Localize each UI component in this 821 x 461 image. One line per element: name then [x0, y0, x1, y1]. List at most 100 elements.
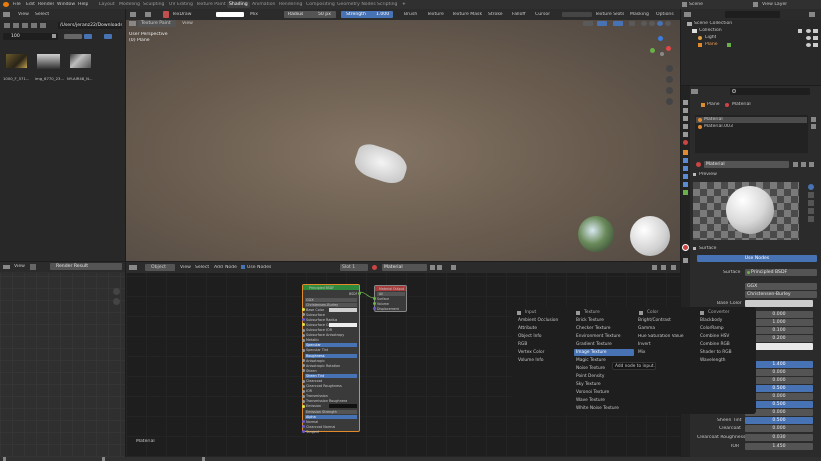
eye-icon[interactable]: [806, 29, 811, 33]
node-row-label[interactable]: Roughness: [306, 354, 325, 358]
material-name-field[interactable]: Material: [704, 161, 789, 168]
outliner-item-scene-collection[interactable]: Scene Collection: [694, 21, 732, 26]
outliner-item-collection[interactable]: Collection: [699, 28, 722, 33]
input-socket[interactable]: [373, 302, 376, 305]
file-thumbnail[interactable]: [70, 54, 91, 68]
blender-logo-icon[interactable]: [3, 2, 9, 7]
menu-item-ambient-occlusion[interactable]: Ambient Occlusion: [518, 318, 558, 323]
camera-icon[interactable]: [813, 43, 818, 47]
menu-item-wavelength[interactable]: Wavelength: [700, 358, 726, 363]
material-shading-icon[interactable]: [657, 21, 663, 26]
node-node-menu[interactable]: Node: [225, 265, 237, 270]
workspace-tab-scripting[interactable]: Scripting: [377, 2, 397, 7]
fake-user-icon[interactable]: [793, 162, 798, 167]
menu-item-wave-texture[interactable]: Wave Texture: [576, 398, 605, 403]
menu-item-environment-texture[interactable]: Environment Texture: [576, 334, 621, 339]
pan-icon[interactable]: [666, 76, 673, 83]
axis-z-icon[interactable]: [658, 36, 663, 41]
duplicate-icon[interactable]: [801, 162, 806, 167]
image-name-field[interactable]: Render Result: [50, 263, 122, 270]
menu-item-gamma[interactable]: Gamma: [638, 326, 655, 331]
falloff-menu[interactable]: Falloff: [512, 12, 526, 17]
preview-shape-icon[interactable]: [808, 192, 814, 198]
view-layer-selector[interactable]: View Layer: [762, 2, 787, 7]
use-nodes-checkbox[interactable]: [241, 265, 245, 269]
forward-icon[interactable]: [13, 23, 19, 28]
menu-item-white-noise-texture[interactable]: White Noise Texture: [576, 406, 619, 411]
workspace-tab-geometry-nodes[interactable]: Geometry Nodes: [337, 2, 376, 7]
menu-item-magic-texture[interactable]: Magic Texture: [576, 358, 606, 363]
menu-item-checker-texture[interactable]: Checker Texture: [576, 326, 611, 331]
camera-view-icon[interactable]: [666, 87, 673, 94]
node-row-label[interactable]: GGX: [306, 298, 314, 302]
parent-dir-icon[interactable]: [22, 23, 28, 28]
tab-world-icon[interactable]: [683, 140, 688, 145]
image-view-menu[interactable]: View: [14, 264, 25, 269]
node-add-menu[interactable]: Add: [214, 265, 223, 270]
file-search-input[interactable]: 100: [3, 33, 58, 40]
editor-type-icon[interactable]: [129, 265, 137, 270]
menu-item-object-info[interactable]: Object Info: [518, 334, 542, 339]
gizmo-toggle-icon[interactable]: [597, 21, 607, 26]
menu-window[interactable]: Window: [57, 2, 75, 7]
camera-icon[interactable]: [813, 36, 818, 40]
menu-item-combine-rgb[interactable]: Combine RGB: [700, 342, 730, 347]
outliner-search-input[interactable]: [725, 11, 780, 18]
tool-icon[interactable]: [145, 12, 151, 17]
preview-shape-icon[interactable]: [808, 208, 814, 214]
zoom-icon[interactable]: [666, 65, 673, 72]
add-workspace-button[interactable]: +: [402, 2, 406, 7]
preview-panel-label[interactable]: Preview: [699, 172, 717, 177]
slot-select[interactable]: Slot 1: [340, 264, 368, 271]
tab-render-icon[interactable]: [683, 108, 688, 113]
node-row-label[interactable]: Emission Strength: [306, 410, 337, 414]
clearcoat-field[interactable]: 0.000: [745, 425, 813, 432]
tab-texture-icon[interactable]: [683, 258, 688, 263]
overlay-toggle-icon[interactable]: [613, 21, 623, 26]
collapse-icon[interactable]: [693, 173, 696, 176]
file-view-menu[interactable]: View: [18, 12, 29, 17]
base-color-swatch[interactable]: [745, 300, 813, 307]
texture-mask-menu[interactable]: Texture Mask: [452, 12, 482, 17]
image-browse-icon[interactable]: [30, 264, 36, 270]
solid-shading-icon[interactable]: [649, 21, 655, 26]
outliner-item-plane[interactable]: Plane: [705, 42, 718, 47]
menu-item-brick-texture[interactable]: Brick Texture: [576, 318, 604, 323]
editor-type-icon[interactable]: [684, 12, 691, 17]
surface-panel-label[interactable]: Surface: [699, 246, 717, 251]
tab-output-icon[interactable]: [683, 116, 688, 121]
principled-bsdf-node[interactable]: Principled BSDF BSDF GGX Christensen-Bur…: [302, 284, 361, 434]
pin-icon[interactable]: [451, 265, 456, 270]
node-row-label[interactable]: Sheen Tint: [306, 374, 324, 378]
tab-tool-icon[interactable]: [683, 100, 688, 105]
file-select-menu[interactable]: Select: [35, 12, 49, 17]
material-slot[interactable]: Material.003: [704, 124, 733, 129]
file-thumbnail[interactable]: [6, 54, 27, 68]
eye-icon[interactable]: [806, 36, 811, 40]
blend-mode-select[interactable]: Mix: [250, 12, 258, 17]
brush-menu[interactable]: Brush: [404, 12, 417, 17]
material-output-node[interactable]: Material Output All Surface Volume Displ…: [373, 285, 407, 312]
refresh-icon[interactable]: [31, 23, 37, 28]
pillow-object[interactable]: [351, 140, 411, 188]
use-nodes-button[interactable]: Use Nodes: [697, 255, 817, 262]
masking-menu[interactable]: Masking: [630, 12, 649, 17]
viewport-3d[interactable]: Texture Paint View User Perspective (0) …: [126, 20, 680, 261]
editor-type-icon[interactable]: [3, 12, 10, 17]
texture-menu[interactable]: Texture: [427, 12, 444, 17]
menu-item-volume-info[interactable]: Volume Info: [518, 358, 543, 363]
menu-item-gradient-texture[interactable]: Gradient Texture: [576, 342, 612, 347]
image-canvas[interactable]: [0, 273, 125, 457]
menu-edit[interactable]: Edit: [26, 2, 35, 7]
node-material-field[interactable]: Material: [382, 264, 427, 271]
tab-physics-icon[interactable]: [683, 174, 688, 179]
clear-search-icon[interactable]: [52, 34, 56, 38]
file-thumbnail[interactable]: [37, 54, 60, 69]
input-socket[interactable]: [373, 307, 376, 310]
menu-help[interactable]: Help: [78, 2, 88, 7]
back-icon[interactable]: [4, 23, 10, 28]
perspective-toggle-icon[interactable]: [666, 98, 673, 105]
viewport-view-menu[interactable]: View: [182, 21, 193, 26]
collapse-icon[interactable]: [693, 247, 696, 250]
editor-type-icon[interactable]: [691, 89, 698, 94]
